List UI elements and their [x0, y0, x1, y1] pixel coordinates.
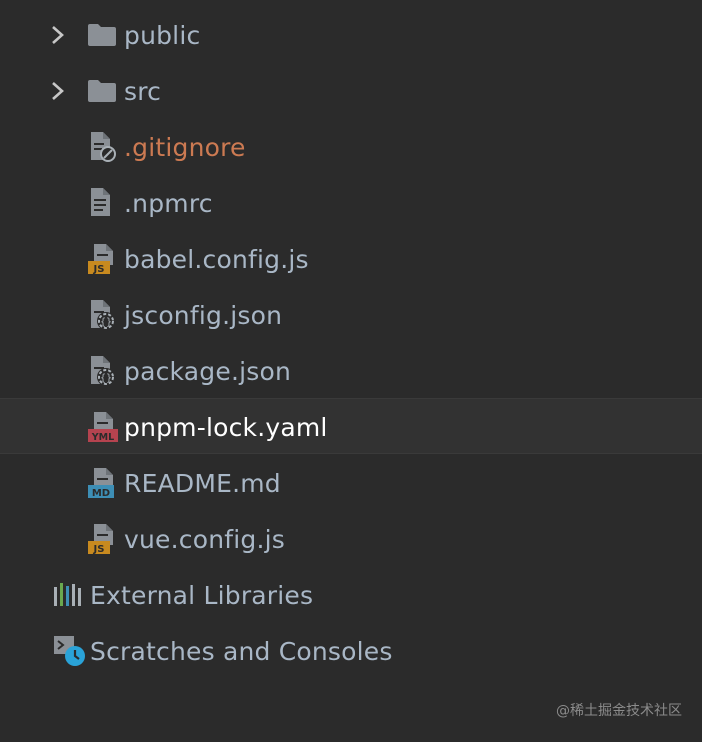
- tree-item-label: public: [124, 20, 201, 50]
- chevron-right-icon[interactable]: [50, 63, 66, 119]
- tree-item-jsconfig[interactable]: {} jsconfig.json: [0, 287, 702, 343]
- chevron-right-icon[interactable]: [50, 7, 66, 63]
- watermark: @稀土掘金技术社区: [556, 703, 682, 719]
- js-file-icon: JS: [88, 231, 118, 287]
- library-icon: [53, 567, 83, 623]
- scratches-icon: [53, 623, 87, 679]
- svg-text:{}: {}: [100, 317, 112, 328]
- json-file-icon: {}: [88, 287, 118, 343]
- svg-text:{}: {}: [100, 373, 112, 384]
- tree-item-label: External Libraries: [90, 580, 314, 610]
- tree-item-vue-config[interactable]: JS vue.config.js: [0, 511, 702, 567]
- tree-item-scratches[interactable]: Scratches and Consoles: [0, 623, 702, 679]
- tree-item-label: vue.config.js: [124, 524, 285, 554]
- tree-item-readme[interactable]: MD README.md: [0, 455, 702, 511]
- text-file-icon: [88, 175, 114, 231]
- tree-item-gitignore[interactable]: .gitignore: [0, 119, 702, 175]
- tree-item-pnpm-lock[interactable]: YML pnpm-lock.yaml: [0, 398, 702, 454]
- tree-item-label: README.md: [124, 468, 281, 498]
- tree-item-babel-config[interactable]: JS babel.config.js: [0, 231, 702, 287]
- markdown-file-icon: MD: [88, 455, 118, 511]
- svg-text:JS: JS: [93, 544, 105, 555]
- tree-item-label: .npmrc: [124, 188, 213, 218]
- svg-text:MD: MD: [92, 488, 110, 499]
- svg-text:YML: YML: [91, 432, 114, 443]
- tree-item-label: jsconfig.json: [124, 300, 283, 330]
- tree-item-label: babel.config.js: [124, 244, 309, 274]
- tree-item-package-json[interactable]: {} package.json: [0, 343, 702, 399]
- tree-item-label: Scratches and Consoles: [90, 636, 393, 666]
- json-file-icon: {}: [88, 343, 118, 399]
- tree-item-label: .gitignore: [124, 132, 246, 162]
- svg-text:JS: JS: [93, 264, 105, 275]
- tree-item-public[interactable]: public: [0, 7, 702, 63]
- tree-item-label: src: [124, 76, 162, 106]
- tree-item-src[interactable]: src: [0, 63, 702, 119]
- yaml-file-icon: YML: [88, 399, 120, 455]
- tree-item-npmrc[interactable]: .npmrc: [0, 175, 702, 231]
- tree-item-label: package.json: [124, 356, 291, 386]
- tree-item-external-libraries[interactable]: External Libraries: [0, 567, 702, 623]
- js-file-icon: JS: [88, 511, 118, 567]
- folder-icon: [87, 7, 117, 63]
- folder-icon: [87, 63, 117, 119]
- tree-item-label: pnpm-lock.yaml: [124, 412, 328, 442]
- ignored-file-icon: [88, 119, 118, 175]
